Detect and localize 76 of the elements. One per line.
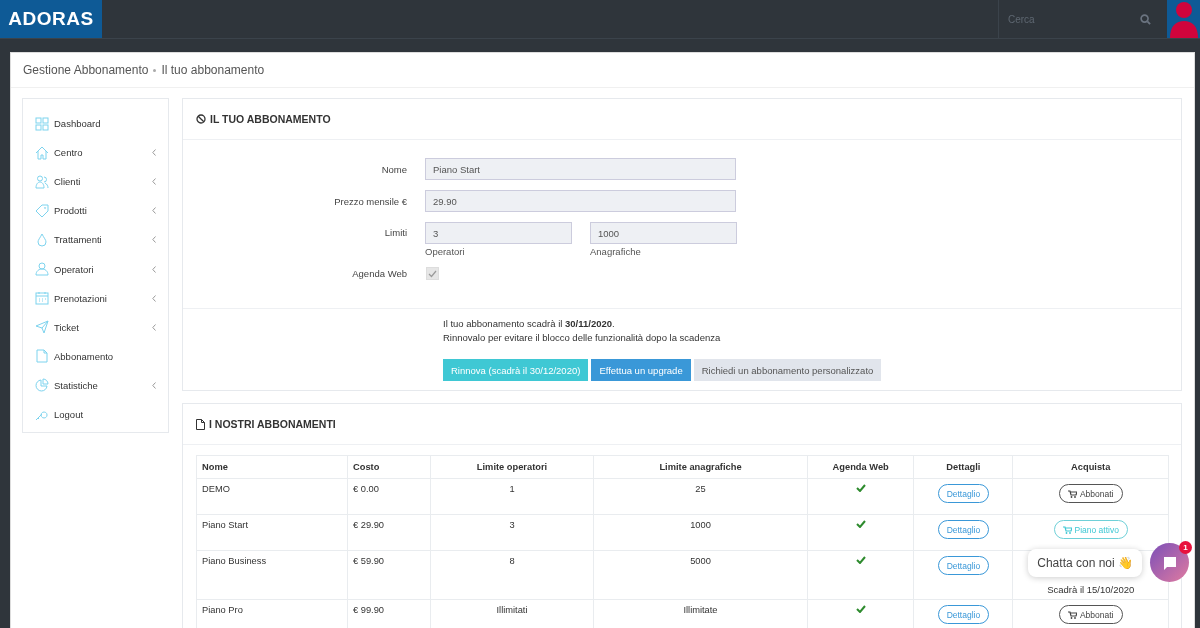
custom-button[interactable]: Richiedi un abbonamento personalizzato xyxy=(693,359,882,381)
table-cell: € 0.00 xyxy=(353,484,379,494)
field-label: Limiti xyxy=(383,226,408,240)
sidebar-item[interactable]: Prodotti xyxy=(23,196,168,226)
column-header: Agenda Web xyxy=(807,455,914,479)
breadcrumb-current: Il tuo abbonamento xyxy=(161,63,265,77)
table-cell: 3 xyxy=(509,520,515,530)
pie-chart-icon xyxy=(35,378,49,393)
cart-icon xyxy=(1062,525,1072,534)
table-cell: 1 xyxy=(509,484,515,494)
users-icon xyxy=(35,174,49,189)
expiry-date: Scadrà il 15/10/2020 xyxy=(1047,584,1135,595)
table-cell: 1000 xyxy=(690,520,711,530)
sidebar-item[interactable]: Abbonamento xyxy=(23,341,168,371)
document-icon xyxy=(35,349,49,364)
agenda-checkbox[interactable] xyxy=(426,267,439,280)
cart-icon xyxy=(1067,489,1077,498)
sidebar-item[interactable]: Logout xyxy=(23,399,168,430)
field-label: Nome xyxy=(380,163,408,175)
table-cell: Illimitati xyxy=(496,605,528,615)
operators-field[interactable]: 3 xyxy=(425,222,572,244)
card-title: IL TUO ABBONAMENTO xyxy=(210,113,331,125)
table-cell: Piano Pro xyxy=(202,605,243,615)
column-header: Costo xyxy=(347,455,431,479)
table-cell: DEMO xyxy=(202,484,230,494)
column-header: Dettagli xyxy=(913,455,1013,479)
renew-notice: Rinnovalo per evitare il blocco delle funzionalità dopo la scadenza xyxy=(443,332,722,343)
table-cell: 8 xyxy=(509,556,515,566)
user-avatar[interactable] xyxy=(1167,0,1200,38)
paper-plane-icon xyxy=(35,320,49,335)
subscribe-button[interactable]: Abbonati xyxy=(1058,484,1123,503)
drop-icon xyxy=(35,232,49,247)
field-caption: Anagrafiche xyxy=(590,246,642,257)
sidebar-item[interactable]: Ticket xyxy=(23,312,168,342)
subscribe-button[interactable]: Abbonati xyxy=(1058,605,1123,624)
calendar-icon xyxy=(35,291,49,306)
tag-icon xyxy=(35,203,49,218)
column-header: Acquista xyxy=(1012,455,1169,479)
table-cell: € 59.90 xyxy=(353,556,385,566)
sidebar-item[interactable]: Prenotazioni xyxy=(23,283,168,313)
separator-dot xyxy=(153,68,157,72)
sidebar-item[interactable]: Statistiche xyxy=(23,370,168,400)
house-icon xyxy=(35,145,49,160)
records-field[interactable]: 1000 xyxy=(590,222,737,244)
search-icon xyxy=(1140,13,1151,25)
table-cell: 25 xyxy=(695,484,706,494)
user-icon xyxy=(35,262,49,276)
grid-icon xyxy=(35,116,49,131)
cart-icon xyxy=(1067,610,1077,619)
column-header: Nome xyxy=(196,455,348,479)
chat-prompt[interactable]: Chatta con noi 👋 xyxy=(1028,548,1142,577)
brand-logo[interactable]: ADORAS xyxy=(0,0,102,38)
column-header: Limite anagrafiche xyxy=(593,455,808,479)
table-cell: Illimitate xyxy=(683,605,718,615)
name-field[interactable]: Piano Start xyxy=(425,158,736,180)
price-field[interactable]: 29.90 xyxy=(425,190,736,212)
ban-icon xyxy=(196,114,206,124)
column-header: Limite operatori xyxy=(430,455,594,479)
chat-bubble-icon xyxy=(1161,554,1178,571)
sidebar-item[interactable]: Operatori xyxy=(23,254,168,284)
table-cell: € 99.90 xyxy=(353,605,385,615)
breadcrumb-link[interactable]: Gestione Abbonamento xyxy=(23,63,149,77)
table-cell: € 29.90 xyxy=(353,520,385,530)
field-label: Prezzo mensile € xyxy=(333,195,408,207)
expiry-notice: Il tuo abbonamento scadrà il 30/11/2020. xyxy=(443,318,616,329)
table-cell: Piano Start xyxy=(202,520,248,530)
table-cell: 5000 xyxy=(690,556,711,566)
table-cell: Piano Business xyxy=(202,556,267,566)
sidebar-item[interactable]: Clienti xyxy=(23,167,168,197)
field-caption: Operatori xyxy=(425,246,466,257)
sidebar-item[interactable]: Dashboard xyxy=(23,109,168,139)
sidebar-item[interactable]: Centro xyxy=(23,138,168,168)
card-title: I NOSTRI ABBONAMENTI xyxy=(209,418,336,430)
document-icon xyxy=(196,418,205,430)
sidebar-item[interactable]: Trattamenti xyxy=(23,225,168,255)
field-label: Agenda Web xyxy=(351,268,408,279)
